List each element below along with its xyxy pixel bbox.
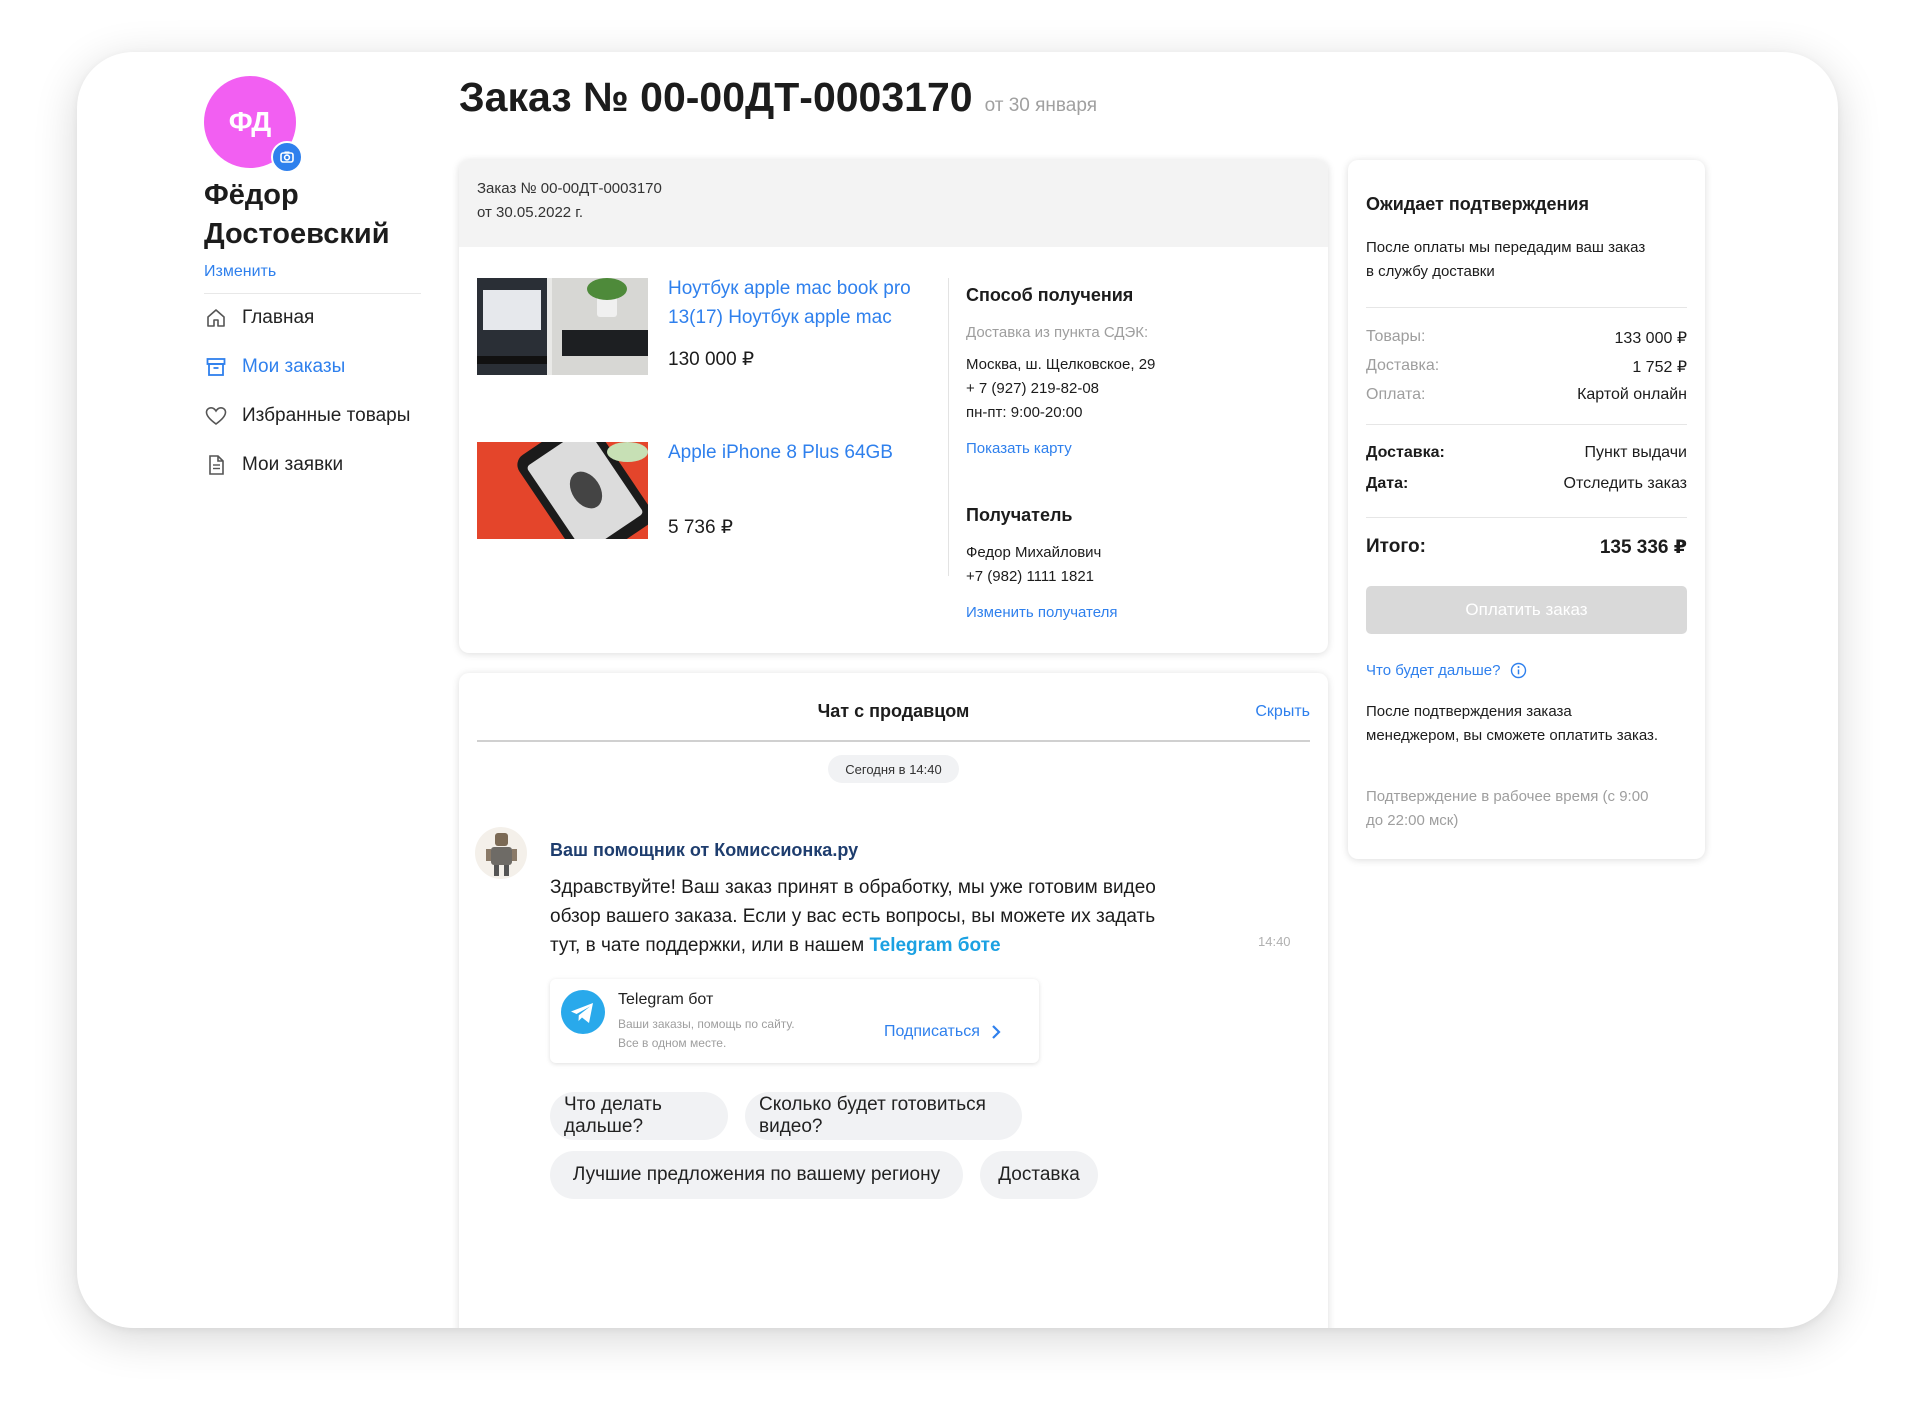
hours-text: Подтверждение в рабочее время (с 9:00 до… bbox=[1366, 788, 1649, 829]
goods-value: 133 000 ₽ bbox=[1614, 330, 1687, 347]
sidebar-item-orders[interactable]: Мои заказы bbox=[204, 355, 345, 379]
summary-card: Ожидает подтверждения После оплаты мы пе… bbox=[1348, 160, 1705, 859]
order-card-header bbox=[459, 160, 1328, 247]
goods-row: Товары: 133 000 ₽ bbox=[1366, 328, 1687, 348]
info-text: После подтверждения заказа менеджером, в… bbox=[1366, 703, 1659, 744]
pay-order-label: Оплатить заказ bbox=[1465, 600, 1588, 619]
summary-divider-3 bbox=[1366, 517, 1687, 518]
message-body: Здравствуйте! Ваш заказ принят в обработ… bbox=[550, 877, 1156, 956]
chat-card: Чат с продавцом Скрыть Сегодня в 14:40 В… bbox=[459, 673, 1328, 1328]
subscribe-label: Подписаться bbox=[884, 1023, 980, 1040]
order-date-caption: от 30 января bbox=[984, 95, 1097, 116]
laptop-product-image[interactable] bbox=[477, 278, 648, 375]
sidebar-item-favorites[interactable]: Избранные товары bbox=[204, 404, 410, 428]
sidebar-item-home[interactable]: Главная bbox=[204, 306, 314, 330]
summary-divider-2 bbox=[1366, 424, 1687, 425]
message-sender: Ваш помощник от Комиссионка.ру bbox=[550, 840, 859, 860]
product-name-iphone[interactable]: Apple iPhone 8 Plus 64GB bbox=[668, 438, 933, 467]
shipping-row: Доставка: 1 752 ₽ bbox=[1366, 357, 1687, 377]
hide-chat-link[interactable]: Скрыть bbox=[1255, 703, 1310, 721]
date-label: Дата: bbox=[1366, 475, 1409, 492]
change-recipient-link[interactable]: Изменить получателя bbox=[966, 604, 1117, 621]
track-order-link[interactable]: Отследить заказ bbox=[1564, 475, 1688, 493]
edit-profile-link[interactable]: Изменить bbox=[204, 263, 276, 281]
sidebar-divider bbox=[204, 293, 421, 294]
quick-reply-chip[interactable]: Сколько будет готовиться видео? bbox=[745, 1092, 1022, 1140]
delivery-hours: пн-пт: 9:00-20:00 bbox=[966, 404, 1083, 421]
delivery-method: Доставка из пункта СДЭК: bbox=[966, 324, 1149, 341]
status-text: После оплаты мы передадим ваш заказ в сл… bbox=[1366, 239, 1646, 280]
profile-name: Фёдор Достоевский bbox=[204, 176, 390, 254]
home-icon bbox=[207, 309, 225, 327]
quick-reply-chip[interactable]: Что делать дальше? bbox=[550, 1092, 728, 1140]
payment-row: Оплата: Картой онлайн bbox=[1366, 386, 1687, 404]
order-title: Заказ № 00-00ДТ-0003170 bbox=[459, 74, 973, 120]
shipping-label: Доставка: bbox=[1366, 357, 1440, 374]
product-price-laptop: 130 000 ₽ bbox=[668, 349, 755, 370]
total-label: Итого: bbox=[1366, 536, 1426, 557]
telegram-card-line2: Все в одном месте. bbox=[618, 1036, 727, 1050]
status-title: Ожидает подтверждения bbox=[1366, 194, 1589, 214]
page-title: Заказ № 00-00ДТ-0003170 от 30 января bbox=[459, 74, 1097, 121]
order-header-date: от 30.05.2022 г. bbox=[477, 204, 584, 221]
telegram-icon bbox=[561, 990, 605, 1034]
iphone-product-image[interactable] bbox=[477, 442, 648, 539]
orders-box-icon bbox=[206, 358, 226, 376]
whats-next-link[interactable]: Что будет дальше? bbox=[1366, 662, 1501, 679]
telegram-card[interactable]: Telegram бот Ваши заказы, помощь по сайт… bbox=[550, 979, 1039, 1063]
delivery-type-value: Пункт выдачи bbox=[1584, 444, 1687, 461]
heart-icon bbox=[205, 406, 227, 425]
delivery-phone: + 7 (927) 219-82-08 bbox=[966, 380, 1100, 397]
app-window: ФД Фёдор Достоевский Изменить Главная Мо… bbox=[77, 52, 1838, 1328]
avatar-initials: ФД bbox=[228, 106, 272, 137]
pay-order-button[interactable]: Оплатить заказ bbox=[1366, 586, 1687, 634]
sidebar-item-label: Мои заказы bbox=[242, 356, 346, 377]
profile-last-name: Достоевский bbox=[204, 218, 390, 250]
assistant-avatar bbox=[475, 827, 527, 879]
payment-label: Оплата: bbox=[1366, 386, 1426, 403]
goods-label: Товары: bbox=[1366, 328, 1426, 345]
message-text: Здравствуйте! Ваш заказ принят в обработ… bbox=[550, 873, 1160, 960]
quick-reply-chip[interactable]: Доставка bbox=[980, 1151, 1098, 1199]
sidebar-item-requests[interactable]: Мои заявки bbox=[204, 453, 343, 477]
product-name-laptop[interactable]: Ноутбук apple mac book pro 13(17) Ноутбу… bbox=[668, 274, 933, 332]
sidebar-item-label: Мои заявки bbox=[242, 454, 344, 475]
show-map-link[interactable]: Показать карту bbox=[966, 440, 1072, 457]
document-icon bbox=[209, 455, 224, 475]
order-header-number: Заказ № 00-00ДТ-0003170 bbox=[477, 180, 662, 197]
profile-first-name: Фёдор bbox=[204, 179, 299, 211]
chat-header-divider bbox=[477, 740, 1310, 742]
delivery-type-label: Доставка: bbox=[1366, 444, 1445, 461]
shipping-value: 1 752 ₽ bbox=[1632, 359, 1687, 376]
sidebar-item-label: Главная bbox=[242, 307, 315, 328]
quick-reply-chip[interactable]: Лучшие предложения по вашему региону bbox=[550, 1151, 963, 1199]
sidebar-item-label: Избранные товары bbox=[242, 405, 411, 426]
date-pill-label: Сегодня в 14:40 bbox=[845, 761, 942, 777]
chevron-right-icon bbox=[992, 1025, 1001, 1039]
delivery-type-row: Доставка: Пункт выдачи bbox=[1366, 444, 1687, 462]
recipient-heading: Получатель bbox=[966, 505, 1073, 525]
chat-title: Чат с продавцом bbox=[817, 701, 970, 721]
product-price-iphone: 5 736 ₽ bbox=[668, 517, 733, 538]
camera-icon[interactable] bbox=[271, 141, 303, 173]
info-icon[interactable] bbox=[1510, 662, 1527, 679]
delivery-address: Москва, ш. Щелковское, 29 bbox=[966, 356, 1156, 373]
telegram-card-line1: Ваши заказы, помощь по сайту. bbox=[618, 1017, 795, 1031]
date-pill: Сегодня в 14:40 bbox=[828, 755, 959, 783]
column-divider bbox=[948, 278, 949, 576]
payment-value: Картой онлайн bbox=[1577, 386, 1687, 403]
message-time: 14:40 bbox=[1258, 934, 1291, 949]
total-value: 135 336 ₽ bbox=[1599, 537, 1687, 558]
delivery-heading: Способ получения bbox=[966, 285, 1134, 305]
recipient-name: Федор Михайлович bbox=[966, 544, 1102, 561]
date-row: Дата: Отследить заказ bbox=[1366, 475, 1687, 493]
subscribe-button[interactable]: Подписаться bbox=[884, 1023, 1002, 1041]
telegram-card-title: Telegram бот bbox=[618, 991, 714, 1008]
total-row: Итого: 135 336 ₽ bbox=[1366, 536, 1687, 559]
order-card: Заказ № 00-00ДТ-0003170 от 30.05.2022 г.… bbox=[459, 160, 1328, 653]
whats-next-row[interactable]: Что будет дальше? bbox=[1366, 662, 1527, 679]
recipient-phone: +7 (982) 1111 1821 bbox=[966, 568, 1095, 585]
summary-divider-1 bbox=[1366, 307, 1687, 308]
telegram-bot-link[interactable]: Telegram боте bbox=[869, 935, 1000, 956]
